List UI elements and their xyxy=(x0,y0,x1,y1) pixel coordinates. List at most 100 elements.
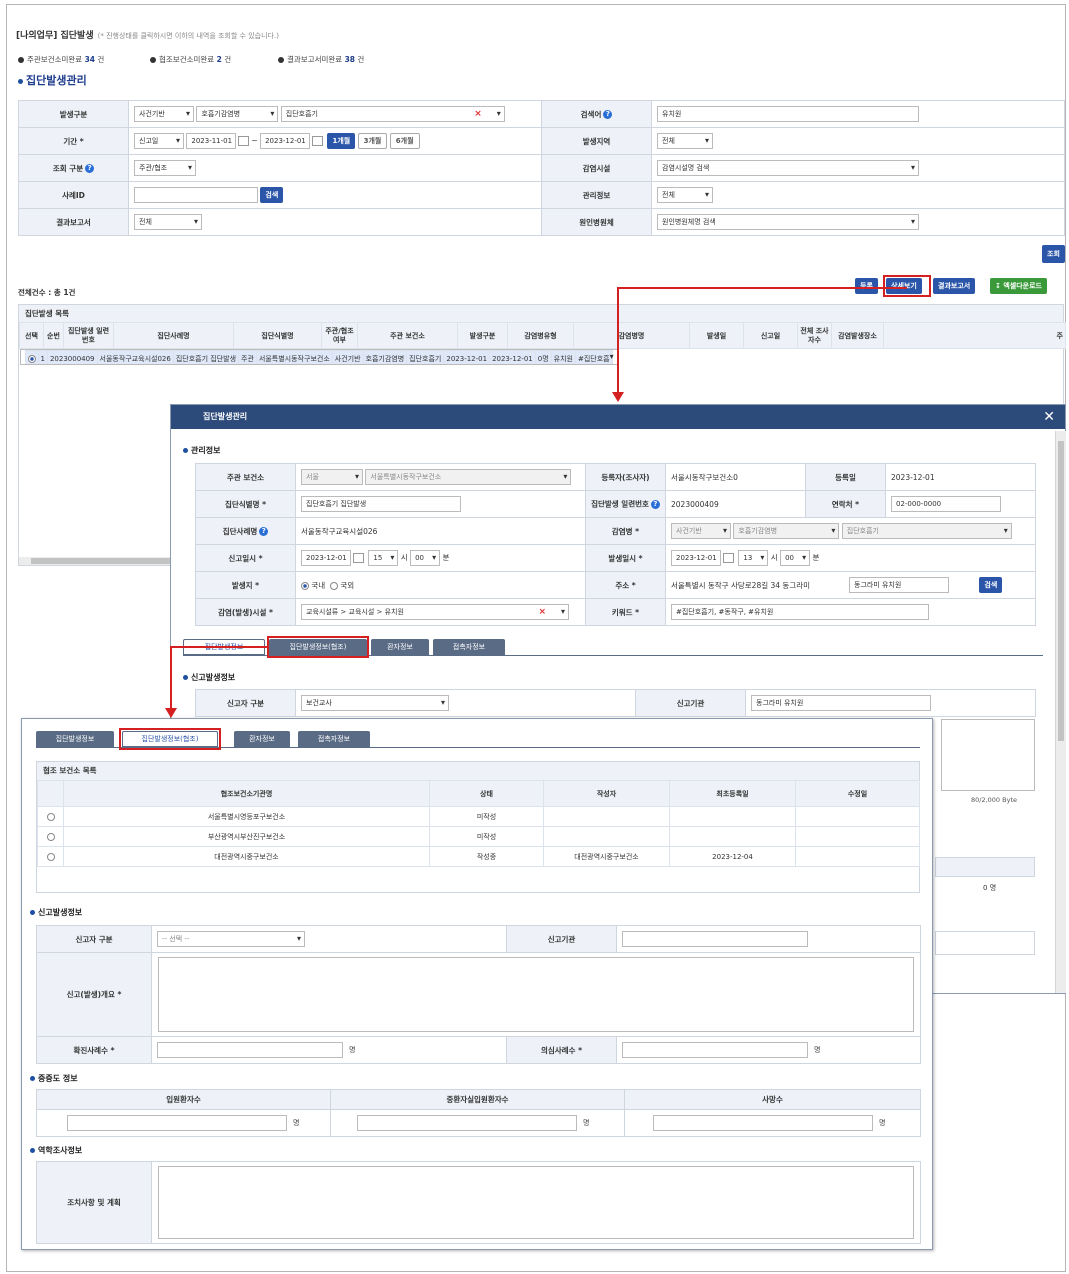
contact-input[interactable]: 02-000-0000 xyxy=(891,496,1001,512)
calendar-icon[interactable] xyxy=(723,553,734,563)
report-hour-select[interactable]: 15 xyxy=(368,550,399,566)
cell-case-name: 서울동작구교육시설026 xyxy=(96,350,174,364)
report-date-input[interactable]: 2023-12-01 xyxy=(301,550,351,566)
tab-patient-info[interactable]: 환자정보 xyxy=(371,639,429,655)
query-button[interactable]: 조회 xyxy=(1042,245,1065,263)
place-domestic-radio[interactable] xyxy=(301,581,309,590)
stat-coop-incomplete[interactable]: 협조보건소미완료 2 건 xyxy=(150,54,231,65)
stat-report-incomplete[interactable]: 결과보고서미완료 38 건 xyxy=(278,54,364,65)
page-title: 집단발생관리 xyxy=(18,72,87,88)
occ-date-input[interactable]: 2023-12-01 xyxy=(671,550,721,566)
disease-select-3[interactable]: 집단호흡기 xyxy=(841,523,1012,539)
period-6month-button[interactable]: 6개월 xyxy=(389,133,420,149)
facility-select[interactable]: 교육시설류 > 교육시설 > 유치원 × xyxy=(301,604,569,620)
keyword-input[interactable]: 유치원 xyxy=(657,106,919,122)
total-count: 전체건수 : 총 1건 xyxy=(18,288,76,297)
confirmed-input[interactable] xyxy=(157,1042,343,1058)
row-radio[interactable] xyxy=(46,852,55,861)
place-foreign-label: 국외 xyxy=(340,580,355,590)
help-icon[interactable]: ? xyxy=(85,164,95,173)
occurrence-type-select-1[interactable]: 사건기반 xyxy=(134,106,194,122)
occurrence-type-select-3[interactable]: 집단호흡기 × xyxy=(280,106,505,122)
coop-status: 미작성 xyxy=(429,826,544,847)
row-radio[interactable] xyxy=(46,832,55,841)
coop-col-modified: 수정일 xyxy=(795,780,920,807)
coop-org: 서울특별시영등포구보건소 xyxy=(63,806,430,827)
report-min-select[interactable]: 00 xyxy=(410,550,441,566)
row-radio[interactable] xyxy=(27,354,36,363)
min-unit: 분 xyxy=(812,553,820,562)
case-id-input[interactable] xyxy=(134,187,258,203)
icu-input[interactable] xyxy=(357,1115,577,1131)
table-row[interactable]: 서울특별시영등포구보건소 미작성 xyxy=(37,806,920,827)
clear-icon[interactable]: × xyxy=(474,107,482,121)
scrollbar-thumb[interactable] xyxy=(1058,441,1064,741)
query-type-select[interactable]: 주관/협조 xyxy=(134,160,196,176)
zoom-report-form: 신고자 구분 -- 선택 -- 신고기관 신고(발생)개요 * 확진사례수 * … xyxy=(36,925,921,1064)
result-report-label: 결과보고서 xyxy=(18,208,129,236)
occ-hour-select[interactable]: 13 xyxy=(738,550,769,566)
period-to-input[interactable]: 2023-12-01 xyxy=(260,133,311,149)
table-row[interactable]: 부산광역시부산진구보건소 미작성 xyxy=(37,826,920,847)
keyword-input[interactable]: #집단호흡기, #동작구, #유치원 xyxy=(671,604,929,620)
suspected-input[interactable] xyxy=(622,1042,808,1058)
period-basis-select[interactable]: 신고일 xyxy=(134,133,184,149)
action-textarea[interactable] xyxy=(158,1166,914,1239)
help-icon[interactable]: ? xyxy=(259,527,269,536)
tab-patient-info[interactable]: 환자정보 xyxy=(234,731,290,747)
admin-info-select[interactable]: 전체 xyxy=(657,187,713,203)
summary-textarea[interactable] xyxy=(158,957,914,1032)
col-report-date: 신고일 xyxy=(743,322,798,349)
disease-select-1[interactable]: 사건기반 xyxy=(671,523,731,539)
help-icon[interactable]: ? xyxy=(603,110,613,119)
calendar-icon[interactable] xyxy=(353,553,364,563)
stat-lead-incomplete[interactable]: 주관보건소미완료 34 건 xyxy=(18,54,104,65)
tab-occurrence-info[interactable]: 집단발생정보 xyxy=(36,731,114,747)
address-search-button[interactable]: 검색 xyxy=(979,577,1003,593)
result-report-button[interactable]: 결과보고서 xyxy=(933,278,976,294)
lead-hc-name-select[interactable]: 서울특별시동작구보건소 xyxy=(365,469,572,485)
place-foreign-radio[interactable] xyxy=(329,581,338,590)
result-report-select[interactable]: 전체 xyxy=(134,214,202,230)
facility-select[interactable]: 감염시설명 검색 xyxy=(657,160,919,176)
occurrence-type-select-2[interactable]: 호흡기감염병 xyxy=(196,106,279,122)
occ-min-select[interactable]: 00 xyxy=(780,550,811,566)
close-icon[interactable]: ✕ xyxy=(1043,405,1055,429)
summary-textarea-edge[interactable] xyxy=(941,719,1035,791)
address-detail-input[interactable]: 동그라미 유치원 xyxy=(849,577,949,593)
calendar-icon[interactable] xyxy=(312,136,324,146)
reporter-type-select[interactable]: -- 선택 -- xyxy=(157,931,305,947)
coop-status: 미작성 xyxy=(429,806,544,827)
excel-download-button[interactable]: ↧ 엑셀다운로드 xyxy=(990,278,1047,294)
reporter-type-select[interactable]: 보건교사 xyxy=(301,695,449,711)
coop-modified xyxy=(795,846,920,867)
cell-group-id: 집단호흡기 집단발생 xyxy=(172,350,240,364)
report-org-input[interactable]: 동그라미 유치원 xyxy=(751,695,931,711)
lead-hc-city-select[interactable]: 서울 xyxy=(301,469,363,485)
period-1month-button[interactable]: 1개월 xyxy=(327,133,356,149)
coop-created xyxy=(669,806,796,827)
modal-scrollbar[interactable] xyxy=(1055,431,1066,993)
calendar-icon[interactable] xyxy=(238,136,250,146)
clear-icon[interactable]: × xyxy=(538,605,546,619)
inpatient-input[interactable] xyxy=(67,1115,287,1131)
death-input[interactable] xyxy=(653,1115,873,1131)
region-select[interactable]: 전체 xyxy=(657,133,713,149)
disease-select-2[interactable]: 호흡기감염병 xyxy=(733,523,840,539)
highlight-detail-view xyxy=(883,275,931,297)
register-button[interactable]: 등록 xyxy=(855,278,878,294)
period-from-input[interactable]: 2023-11-01 xyxy=(186,133,237,149)
row-radio[interactable] xyxy=(46,812,55,821)
tab-contact-info[interactable]: 접촉자정보 xyxy=(298,731,370,747)
case-id-search-button[interactable]: 검색 xyxy=(260,187,284,203)
group-id-input[interactable]: 집단호흡기 집단발생 xyxy=(301,496,461,512)
period-3month-button[interactable]: 3개월 xyxy=(357,133,388,149)
help-icon[interactable]: ? xyxy=(650,499,660,509)
table-row[interactable]: 대전광역시중구보건소 작성중 대전광역시중구보건소 2023-12-04 xyxy=(37,846,920,867)
report-org-input[interactable] xyxy=(622,931,808,947)
table-row[interactable]: 1 2023000409 서울동작구교육시설026 집단호흡기 집단발생 주관 서울특별시… xyxy=(19,349,618,365)
tab-contact-info[interactable]: 접촉자정보 xyxy=(433,639,505,655)
pathogen-select[interactable]: 원인병원체명 검색 xyxy=(657,214,919,230)
inpatient-label: 입원환자수 xyxy=(36,1089,331,1110)
coop-col-status: 상태 xyxy=(429,780,544,807)
